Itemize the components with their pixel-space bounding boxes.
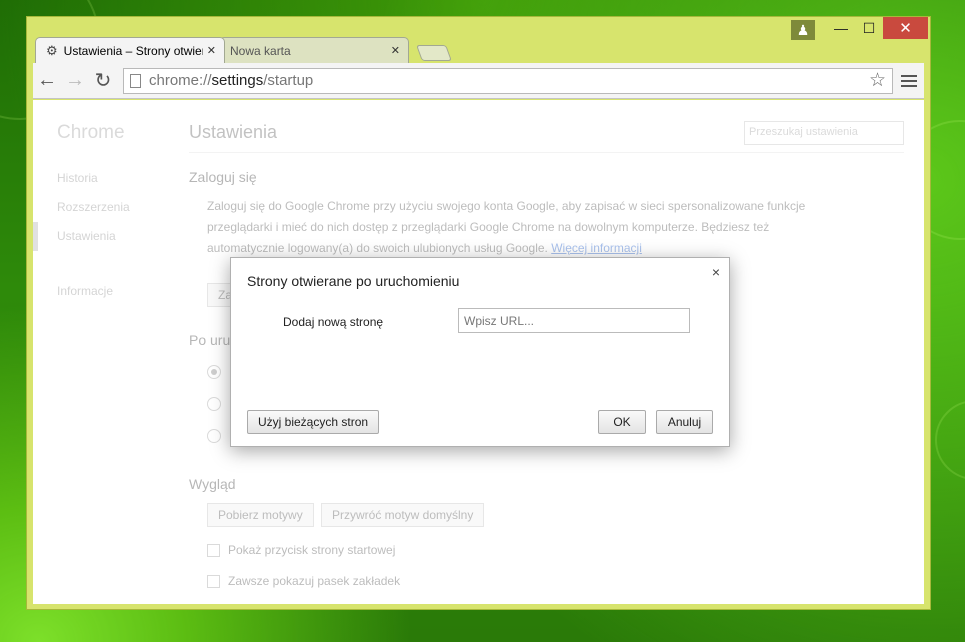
minimize-button[interactable]: —: [827, 17, 855, 39]
ok-button[interactable]: OK: [598, 410, 646, 434]
sidebar: Historia Rozszerzenia Ustawienia Informa…: [33, 164, 163, 306]
reset-theme-button[interactable]: Przywróć motyw domyślny: [321, 503, 485, 527]
tab-close-icon[interactable]: ✕: [207, 44, 216, 57]
add-page-label: Dodaj nową stronę: [283, 315, 384, 329]
bookmark-star-icon[interactable]: ☆: [869, 69, 886, 92]
tab-title: Nowa karta: [230, 43, 291, 58]
signin-heading: Zaloguj się: [189, 169, 257, 185]
settings-search-input[interactable]: Przeszukaj ustawienia: [744, 121, 904, 145]
new-tab-button[interactable]: [416, 45, 452, 61]
reload-icon[interactable]: ↻: [89, 67, 117, 95]
startup-pages-dialog: Strony otwierane po uruchomieniu × Dodaj…: [230, 257, 730, 447]
tab-title: Ustawienia – Strony otwierane po uruchom…: [63, 43, 203, 58]
signin-description: Zaloguj się do Google Chrome przy użyciu…: [207, 199, 806, 255]
tab-close-icon[interactable]: ✕: [391, 44, 400, 57]
sidebar-item-extensions[interactable]: Rozszerzenia: [33, 193, 163, 222]
tab-settings[interactable]: ⚙ Ustawienia – Strony otwierane po uruch…: [35, 37, 225, 63]
page-icon: [130, 73, 141, 88]
maximize-button[interactable]: ☐: [855, 17, 883, 39]
sidebar-item-history[interactable]: Historia: [33, 164, 163, 193]
appearance-heading: Wygląd: [189, 476, 236, 492]
tab-new-tab[interactable]: Nowa karta ✕: [219, 37, 409, 63]
startup-radio-continue[interactable]: [207, 397, 221, 411]
user-icon[interactable]: ♟: [791, 20, 815, 40]
address-url: chrome://settings/startup: [149, 72, 314, 89]
page-title: Ustawienia: [189, 122, 278, 142]
show-bookmarks-checkbox[interactable]: Zawsze pokazuj pasek zakładek: [207, 574, 400, 588]
startup-heading: Po uru: [189, 332, 231, 348]
back-arrow-icon[interactable]: ←: [33, 67, 61, 95]
gear-icon: ⚙: [46, 42, 58, 58]
learn-more-link[interactable]: Więcej informacji: [551, 241, 642, 255]
forward-arrow-icon[interactable]: →: [61, 67, 89, 95]
address-bar[interactable]: chrome://settings/startup ☆: [123, 67, 893, 94]
tab-strip: ⚙ Ustawienia – Strony otwierane po uruch…: [35, 37, 452, 63]
sidebar-item-about[interactable]: Informacje: [33, 277, 163, 306]
divider: [189, 152, 904, 153]
url-input[interactable]: [458, 308, 690, 333]
startup-radio-pages[interactable]: [207, 429, 221, 443]
use-current-pages-button[interactable]: Użyj bieżących stron: [247, 410, 380, 434]
menu-icon[interactable]: [901, 74, 917, 87]
window-controls: ♟ — ☐ ✕: [791, 17, 928, 41]
sidebar-item-settings[interactable]: Ustawienia: [33, 222, 163, 251]
get-themes-button[interactable]: Pobierz motywy: [207, 503, 314, 527]
close-window-button[interactable]: ✕: [883, 17, 928, 39]
cancel-button[interactable]: Anuluj: [656, 410, 713, 434]
toolbar: ← → ↻ chrome://settings/startup ☆: [33, 63, 924, 99]
startup-radio-newtab[interactable]: [207, 365, 221, 379]
show-home-checkbox[interactable]: Pokaż przycisk strony startowej: [207, 543, 395, 557]
close-icon[interactable]: ×: [712, 264, 720, 280]
brand-title: Chrome: [57, 122, 125, 143]
dialog-title: Strony otwierane po uruchomieniu: [247, 273, 460, 289]
